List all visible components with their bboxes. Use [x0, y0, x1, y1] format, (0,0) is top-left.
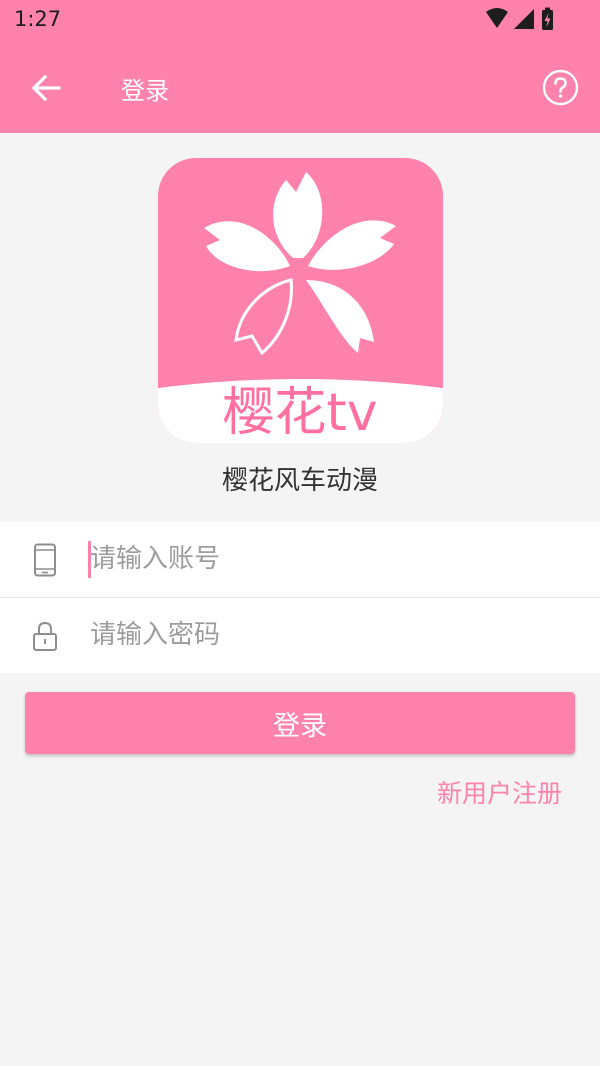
arrow-left-icon [31, 75, 61, 101]
signal-icon [514, 9, 534, 29]
login-button[interactable]: 登录 [25, 692, 575, 754]
status-bar: 1:27 [0, 0, 600, 40]
page-title: 登录 [121, 77, 169, 105]
password-field [0, 598, 600, 673]
register-link[interactable]: 新用户注册 [437, 774, 562, 810]
account-input[interactable] [88, 534, 570, 584]
lock-icon [30, 618, 60, 654]
text-cursor [88, 541, 91, 578]
system-icons [486, 7, 553, 30]
app-logo: 樱花tv [158, 158, 443, 443]
app-bar: 登录 [0, 40, 600, 133]
back-button[interactable] [22, 68, 70, 108]
phone-icon [30, 542, 60, 578]
logo-text: 樱花tv [222, 383, 377, 443]
app-name: 樱花风车动漫 [221, 466, 378, 496]
wifi-icon [486, 8, 508, 28]
battery-charging-icon [542, 7, 553, 30]
password-input[interactable] [88, 610, 570, 660]
status-time: 1:27 [14, 7, 62, 31]
help-button[interactable] [542, 69, 579, 106]
help-circle-icon [542, 69, 579, 106]
